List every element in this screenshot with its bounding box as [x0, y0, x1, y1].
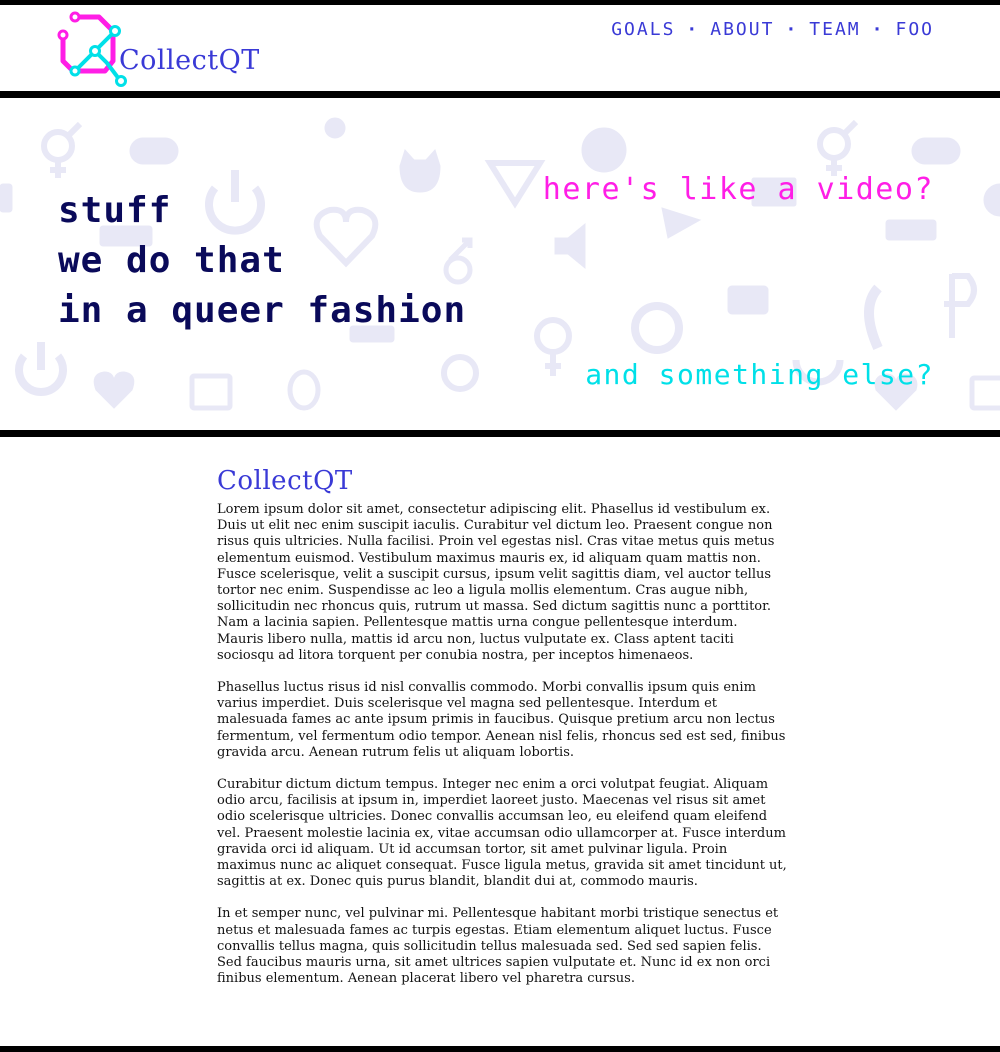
hero-bottom-border: [0, 430, 1000, 437]
keyboard-icon: [885, 219, 937, 241]
gender-symbol-icon: [817, 119, 859, 176]
power-icon: [15, 342, 67, 396]
dot-icon: [324, 117, 346, 139]
currency-icon: [944, 273, 977, 338]
hero-line: in a queer fashion: [58, 290, 467, 331]
gender-symbol-icon: [41, 121, 83, 178]
nav-item-goals[interactable]: GOALS: [611, 19, 675, 40]
article-title: CollectQT: [217, 466, 353, 496]
article-paragraph: Phasellus luctus risus id nisl convallis…: [217, 680, 786, 760]
camera-icon: [727, 285, 769, 315]
nav-separator: ·: [785, 19, 799, 40]
gamepad-icon: [129, 137, 179, 165]
speaker-icon: [554, 222, 586, 270]
footer-border: [0, 1046, 1000, 1052]
venus-icon: [534, 317, 572, 376]
play-icon: [661, 207, 702, 239]
ring-icon: [631, 302, 683, 354]
triangle-icon: [484, 160, 546, 209]
dot-icon: [983, 183, 1000, 217]
main-nav: GOALS · ABOUT · TEAM · FOO: [611, 19, 934, 40]
nav-item-team[interactable]: TEAM: [809, 19, 860, 40]
gamepad-icon: [911, 137, 961, 165]
phone-icon: [864, 284, 883, 351]
heart-icon: [93, 371, 135, 409]
site-header: CollectQT GOALS · ABOUT · TEAM · FOO: [0, 5, 1000, 91]
hero-line: we do that: [58, 240, 285, 281]
logo-wordmark: CollectQT: [119, 45, 260, 76]
gear-icon: [581, 127, 627, 173]
image-icon: [189, 373, 233, 411]
hero-banner: stuff we do that in a queer fashion here…: [0, 98, 1000, 430]
article-paragraph: Lorem ipsum dolor sit amet, consectetur …: [217, 502, 775, 663]
image-icon: [969, 375, 1000, 411]
hero-tagline: stuff we do that in a queer fashion: [58, 186, 466, 336]
nav-separator: ·: [686, 19, 700, 40]
article-paragraph: In et semper nunc, vel pulvinar mi. Pell…: [217, 906, 779, 987]
wheelchair-icon: [441, 354, 479, 392]
hero-video-text[interactable]: here's like a video?: [543, 172, 934, 207]
logo-link[interactable]: CollectQT: [55, 9, 259, 89]
main-content: CollectQT Lorem ipsum dolor sit amet, co…: [217, 466, 787, 1003]
bracket-icon: [0, 183, 13, 213]
hero-else-text[interactable]: and something else?: [585, 358, 934, 391]
nav-separator: ·: [871, 19, 885, 40]
hero-line: stuff: [58, 190, 172, 231]
bug-icon: [287, 369, 321, 411]
hero-top-border: [0, 91, 1000, 98]
nav-item-foo[interactable]: FOO: [895, 19, 934, 40]
nav-item-about[interactable]: ABOUT: [710, 19, 774, 40]
article-paragraph: Curabitur dictum dictum tempus. Integer …: [217, 777, 787, 890]
